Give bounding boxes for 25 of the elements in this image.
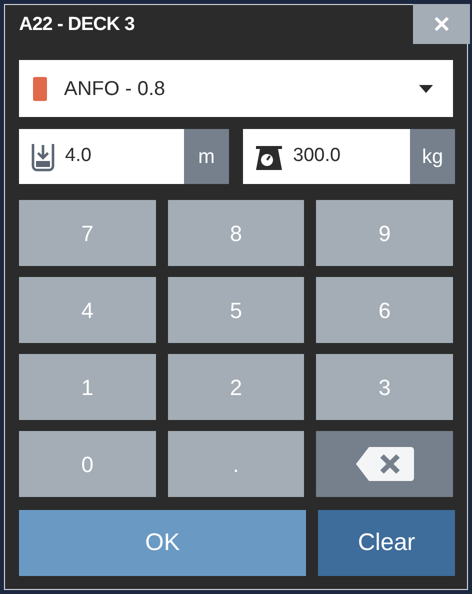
- caret-icon: [419, 84, 433, 92]
- weight-field[interactable]: 300.0: [293, 142, 410, 171]
- dialog-title: A22 - DECK 3: [19, 12, 134, 37]
- ok-button[interactable]: OK: [19, 510, 306, 576]
- unit-label: kg: [410, 129, 455, 184]
- keypad-key[interactable]: 0: [19, 431, 156, 497]
- keypad-key[interactable]: 1: [19, 354, 156, 420]
- close-button[interactable]: ✕: [413, 4, 470, 44]
- clear-button[interactable]: Clear: [318, 510, 455, 576]
- backspace-icon: [354, 446, 415, 482]
- backspace-key[interactable]: [316, 431, 453, 497]
- keypad-key[interactable]: 5: [168, 277, 304, 343]
- material-label: ANFO - 0.8: [64, 76, 166, 102]
- keypad-key[interactable]: 9: [316, 200, 453, 266]
- depth-icon: [31, 142, 55, 172]
- keypad-key[interactable]: 7: [19, 200, 156, 266]
- length-field[interactable]: 4.0: [65, 142, 184, 171]
- keypad-key[interactable]: 2: [168, 354, 304, 420]
- keypad-key[interactable]: 6: [316, 277, 453, 343]
- unit-label: m: [184, 129, 229, 184]
- keypad-key[interactable]: 4: [19, 277, 156, 343]
- material-dropdown[interactable]: ANFO - 0.8: [19, 60, 453, 117]
- keypad-key[interactable]: .: [168, 431, 304, 497]
- keypad-key[interactable]: 3: [316, 354, 453, 420]
- keypad-key[interactable]: 8: [168, 200, 304, 266]
